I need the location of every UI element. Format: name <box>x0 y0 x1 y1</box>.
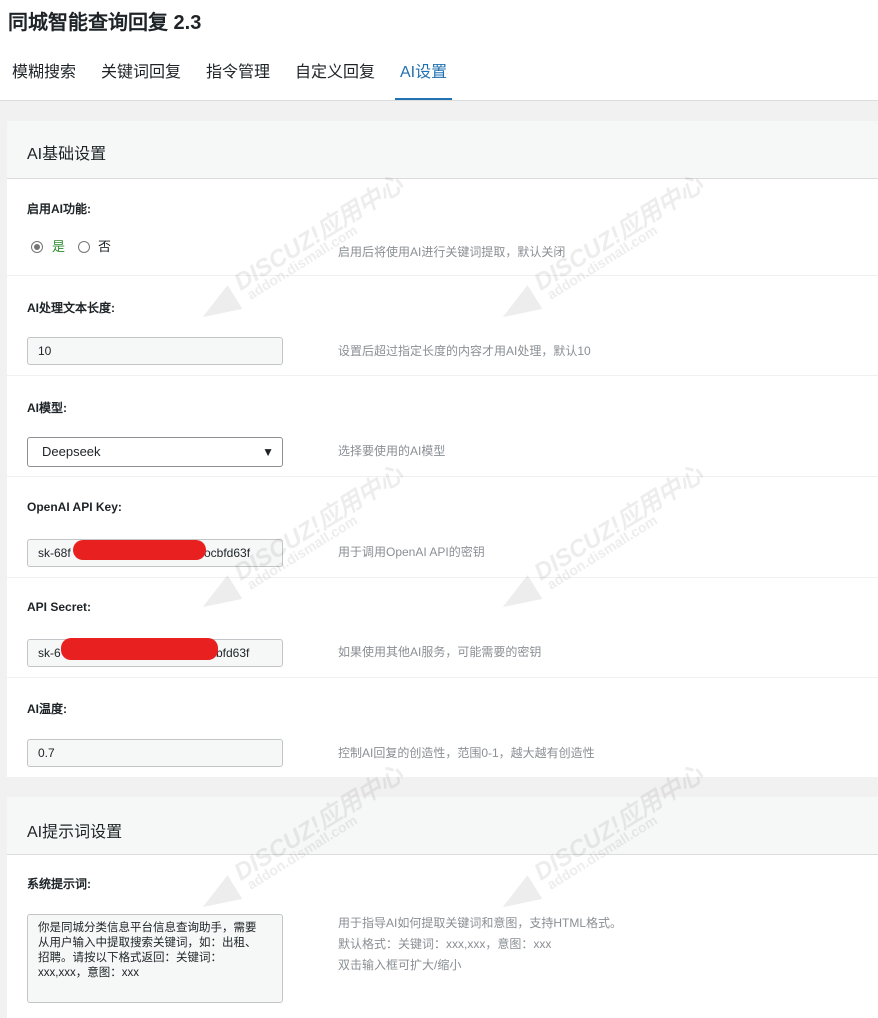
ai-temperature-input[interactable]: 0.7 <box>27 739 283 767</box>
setting-row-api-key: OpenAI API Key: sk-68f ocbfd63f 用于调用Open… <box>7 477 878 578</box>
textarea-line: xxx,xxx，意图：xxx <box>38 967 139 979</box>
tab-command-manage[interactable]: 指令管理 <box>206 52 270 98</box>
radio-yes[interactable] <box>31 241 43 253</box>
panel-title: AI提示词设置 <box>27 824 123 841</box>
api-secret-suffix: bfd63f <box>216 646 250 660</box>
api-key-suffix: ocbfd63f <box>204 546 251 560</box>
ai-temperature-description: 控制AI回复的创造性，范围0-1，越大越有创造性 <box>338 746 595 760</box>
textarea-line: 招聘。请按以下格式返回：关键词： <box>38 952 222 964</box>
ai-temperature-label: AI温度: <box>27 702 67 716</box>
enable-ai-label: 启用AI功能: <box>27 202 91 216</box>
description-line: 默认格式：关键词：xxx,xxx，意图：xxx <box>338 937 552 951</box>
radio-no-label[interactable]: 否 <box>98 240 111 254</box>
app-title: 同城智能查询回复 2.3 <box>8 12 202 34</box>
api-key-prefix: sk-68f <box>38 546 71 560</box>
setting-row-enable-ai: 启用AI功能: 是 否 启用后将使用AI进行关键词提取，默认关闭 <box>7 179 878 276</box>
api-secret-description: 如果使用其他AI服务，可能需要的密钥 <box>338 645 542 659</box>
system-prompt-description: 用于指导AI如何提取关键词和意图，支持HTML格式。 默认格式：关键词：xxx,… <box>338 913 622 976</box>
text-length-label: AI处理文本长度: <box>27 301 115 315</box>
text-length-description: 设置后超过指定长度的内容才用AI处理，默认10 <box>338 344 591 358</box>
ai-model-select[interactable]: Deepseek ▼ <box>27 437 283 467</box>
panel-header: AI提示词设置 <box>7 797 878 855</box>
tab-fuzzy-search[interactable]: 模糊搜索 <box>12 52 76 98</box>
api-secret-prefix: sk-6 <box>38 646 61 660</box>
text-length-input[interactable]: 10 <box>27 337 283 365</box>
system-prompt-textarea[interactable]: 你是同城分类信息平台信息查询助手，需要 从用户输入中提取搜索关键词，如：出租、 … <box>27 914 283 1003</box>
panel-header: AI基础设置 <box>7 121 878 179</box>
setting-row-api-secret: API Secret: sk-6 bfd63f 如果使用其他AI服务，可能需要的… <box>7 578 878 678</box>
api-key-redaction-mark <box>73 540 206 560</box>
radio-no[interactable] <box>78 241 90 253</box>
top-bar: 同城智能查询回复 2.3 模糊搜索 关键词回复 指令管理 自定义回复 AI设置 <box>0 0 878 101</box>
api-key-label: OpenAI API Key: <box>27 500 122 514</box>
api-secret-label: API Secret: <box>27 600 92 614</box>
setting-row-ai-temperature: AI温度: 0.7 控制AI回复的创造性，范围0-1，越大越有创造性 <box>7 678 878 777</box>
panel-title: AI基础设置 <box>27 146 107 163</box>
ai-basic-settings-panel: AI基础设置 启用AI功能: 是 否 启用后将使用AI进行关键词提取，默认关闭 … <box>7 121 878 777</box>
api-secret-redaction-mark <box>61 638 218 660</box>
tab-custom-reply[interactable]: 自定义回复 <box>295 52 375 98</box>
ai-model-selected-value: Deepseek <box>42 444 101 459</box>
ai-model-description: 选择要使用的AI模型 <box>338 444 446 458</box>
system-prompt-label: 系统提示词: <box>27 877 91 891</box>
radio-yes-label[interactable]: 是 <box>52 240 65 254</box>
tab-keyword-reply[interactable]: 关键词回复 <box>101 52 181 98</box>
ai-prompt-settings-panel: AI提示词设置 系统提示词: 你是同城分类信息平台信息查询助手，需要 从用户输入… <box>7 797 878 1018</box>
textarea-line: 从用户输入中提取搜索关键词，如：出租、 <box>38 937 257 949</box>
tab-ai-settings[interactable]: AI设置 <box>395 52 453 100</box>
ai-model-label: AI模型: <box>27 401 67 415</box>
description-line: 用于指导AI如何提取关键词和意图，支持HTML格式。 <box>338 916 623 930</box>
description-line: 双击输入框可扩大/缩小 <box>338 958 462 972</box>
setting-row-ai-model: AI模型: Deepseek ▼ 选择要使用的AI模型 <box>7 376 878 477</box>
setting-row-system-prompt: 系统提示词: 你是同城分类信息平台信息查询助手，需要 从用户输入中提取搜索关键词… <box>7 855 878 1018</box>
chevron-down-icon: ▼ <box>262 445 274 459</box>
api-key-description: 用于调用OpenAI API的密钥 <box>338 545 485 559</box>
setting-row-text-length: AI处理文本长度: 10 设置后超过指定长度的内容才用AI处理，默认10 <box>7 276 878 376</box>
textarea-line: 你是同城分类信息平台信息查询助手，需要 <box>38 922 257 934</box>
enable-ai-description: 启用后将使用AI进行关键词提取，默认关闭 <box>338 245 566 259</box>
